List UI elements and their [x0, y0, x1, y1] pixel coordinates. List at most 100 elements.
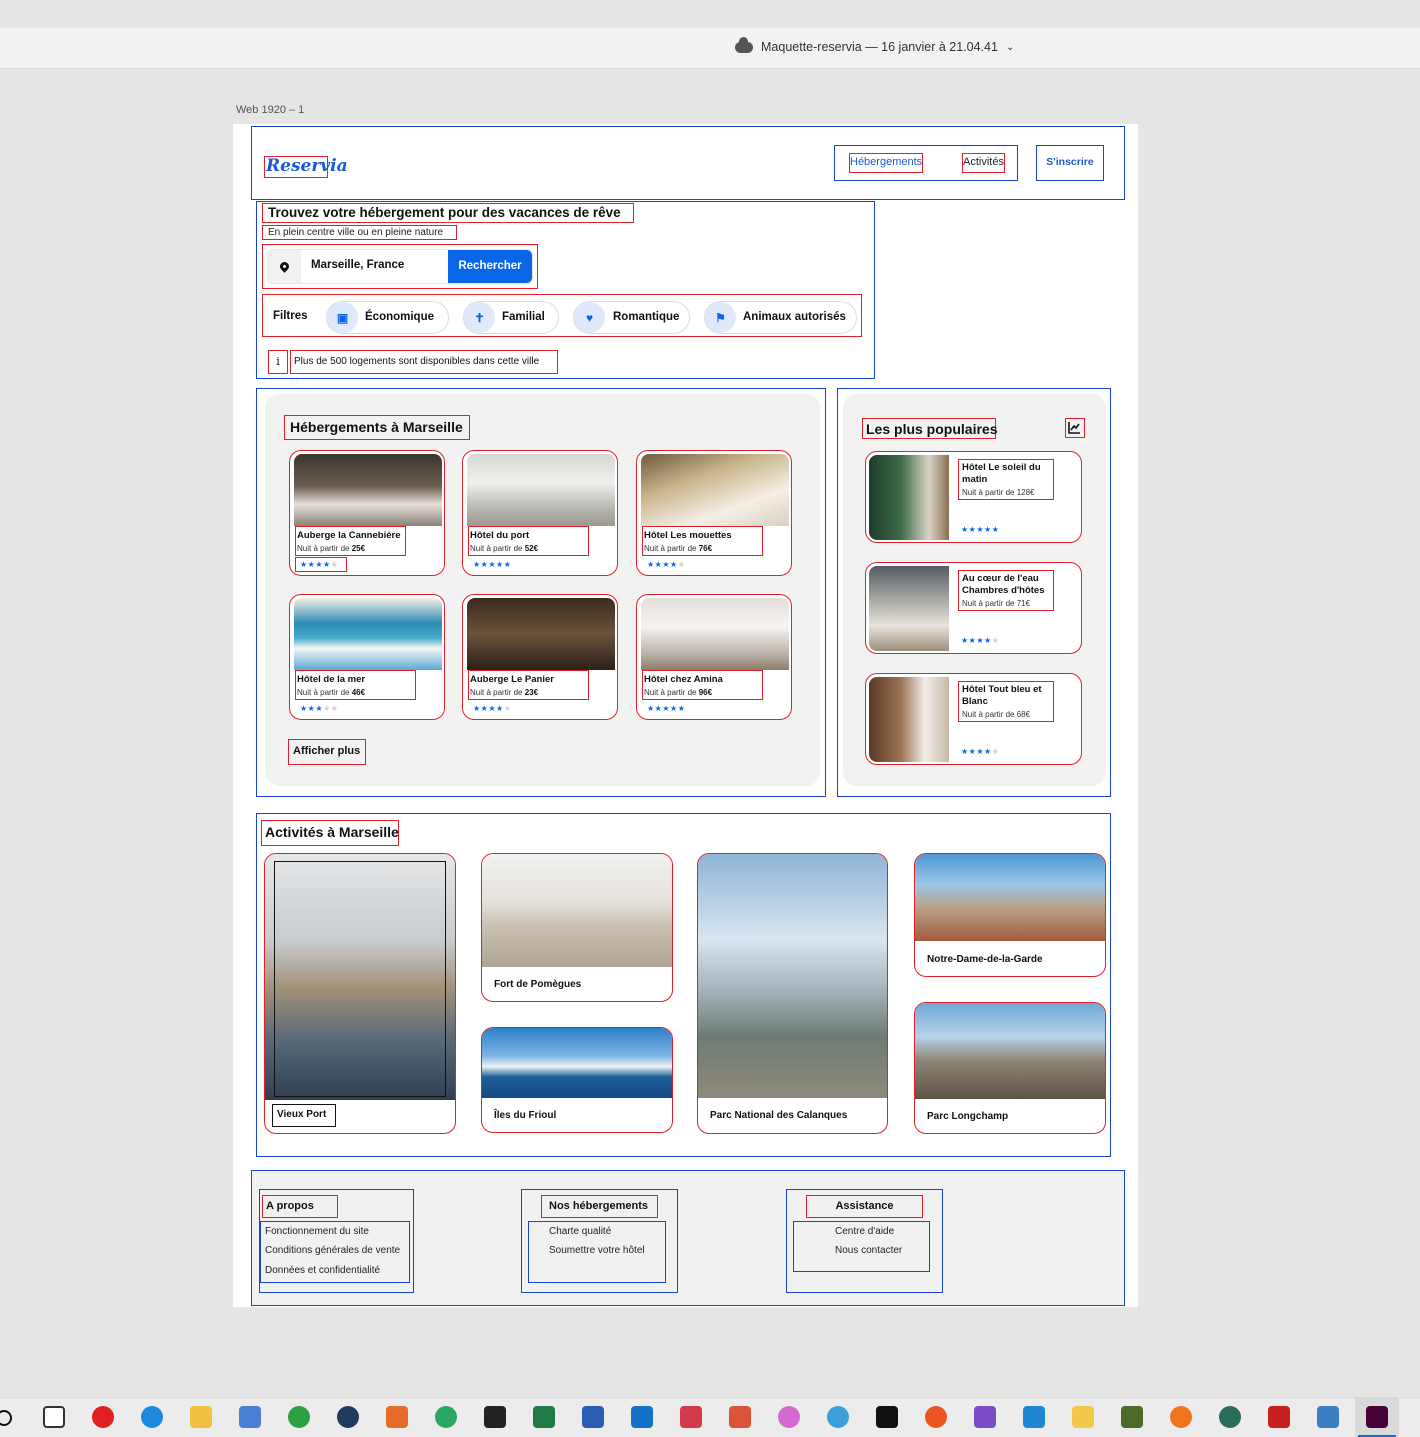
oculus-icon[interactable] [484, 1406, 506, 1428]
image-frame [274, 861, 446, 1097]
logo[interactable]: Reservia [264, 156, 348, 178]
adobe-xd-icon[interactable] [1366, 1406, 1388, 1428]
app-icon[interactable] [1219, 1406, 1241, 1428]
python-icon[interactable] [1072, 1406, 1094, 1428]
acrobat-icon[interactable] [1268, 1406, 1290, 1428]
steam-icon[interactable] [337, 1406, 359, 1428]
word-icon[interactable] [582, 1406, 604, 1428]
search-input[interactable]: Marseille, France [311, 259, 404, 271]
app-icon[interactable] [729, 1406, 751, 1428]
window-titlebar: Maquette-reservia — 16 janvier à 21.04.4… [0, 28, 1420, 69]
hotel-name: Hôtel Tout bleu et Blanc [962, 684, 1042, 707]
document-title-text: Maquette-reservia — 16 janvier à 21.04.4… [761, 40, 998, 54]
info-text: Plus de 500 logements sont disponibles d… [290, 350, 558, 374]
filters-label: Filtres [273, 310, 308, 322]
star-rating: ★★★★★ [473, 704, 512, 713]
family-icon: ✝ [464, 302, 495, 333]
app-icon[interactable] [435, 1406, 457, 1428]
hotel-name: Au cœur de l'eau Chambres d'hôtes [962, 573, 1045, 596]
hotel-name: Hôtel du port [470, 530, 530, 541]
visual-studio-icon[interactable] [974, 1406, 996, 1428]
hotel-photo [869, 566, 949, 651]
hotel-name: Auberge la Cannebière [297, 530, 401, 541]
star-rating: ★★★★★ [961, 636, 1000, 645]
hotel-photo [294, 598, 442, 670]
photos-icon[interactable] [1317, 1406, 1339, 1428]
populaires-title: Les plus populaires [862, 418, 997, 439]
filter-label: Économique [365, 311, 435, 323]
task-view-icon[interactable] [43, 1406, 65, 1428]
footer-link[interactable]: Fonctionnement du site [265, 1226, 369, 1237]
app-icon[interactable] [680, 1406, 702, 1428]
filter-romantique[interactable]: ♥ Romantique [574, 302, 689, 333]
document-title[interactable]: Maquette-reservia — 16 janvier à 21.04.4… [735, 36, 1014, 54]
filter-label: Romantique [613, 311, 680, 323]
dog-icon: ⚑ [705, 302, 736, 333]
show-more-button[interactable]: Afficher plus [288, 739, 366, 765]
hotel-card[interactable]: Hôtel Les mouettes Nuit à partir de 76€ … [636, 450, 792, 576]
hotel-price: Nuit à partir de 68€ [962, 710, 1031, 719]
activites-title: Activités à Marseille [261, 820, 399, 846]
footer-title-apropos: A propos [262, 1195, 338, 1218]
popular-card[interactable]: Hôtel Le soleil du matin Nuit à partir d… [865, 451, 1082, 543]
heart-icon: ♥ [574, 302, 605, 333]
activity-card[interactable]: Fort de Pomègues [481, 853, 673, 1002]
popular-text-frame: Au cœur de l'eau Chambres d'hôtes Nuit à… [958, 570, 1054, 611]
hotel-card[interactable]: Hôtel de la mer Nuit à partir de 46€ ★★★… [289, 594, 445, 720]
hotel-price: Nuit à partir de 76€ [644, 544, 713, 553]
filter-animaux[interactable]: ⚑ Animaux autorisés [705, 302, 856, 333]
footer-link[interactable]: Soumettre votre hôtel [549, 1245, 645, 1256]
footer-link[interactable]: Conditions générales de vente [265, 1245, 400, 1256]
activity-card[interactable]: Parc National des Calanques [697, 853, 888, 1134]
activity-label: Îles du Frioul [494, 1110, 557, 1121]
activity-card[interactable]: Parc Longchamp [914, 1002, 1106, 1134]
signup-button[interactable]: S'inscrire [1036, 145, 1104, 181]
hotel-name: Auberge Le Panier [470, 674, 554, 685]
activity-card[interactable]: Vieux Port [264, 853, 456, 1134]
vscode-icon[interactable] [1023, 1406, 1045, 1428]
chrome-icon[interactable] [288, 1406, 310, 1428]
hotel-photo [641, 454, 789, 526]
footer-link[interactable]: Charte qualité [549, 1226, 611, 1237]
file-explorer-icon[interactable] [190, 1406, 212, 1428]
star-rating: ★★★★★ [300, 560, 339, 569]
activity-label: Vieux Port [272, 1104, 336, 1127]
activity-photo [915, 1003, 1105, 1099]
store-icon[interactable] [239, 1406, 261, 1428]
footer-link[interactable]: Nous contacter [835, 1245, 902, 1256]
footer-link[interactable]: Données et confidentialité [265, 1265, 380, 1276]
hero-subtitle: En plein centre ville ou en pleine natur… [262, 225, 457, 240]
popular-card[interactable]: Au cœur de l'eau Chambres d'hôtes Nuit à… [865, 562, 1082, 654]
filter-label: Animaux autorisés [743, 311, 846, 323]
firefox-icon[interactable] [1170, 1406, 1192, 1428]
chevron-down-icon[interactable]: ⌄ [1006, 42, 1014, 53]
hotel-card[interactable]: Auberge Le Panier Nuit à partir de 23€ ★… [462, 594, 618, 720]
hotel-photo [467, 454, 615, 526]
filter-economique[interactable]: ▣ Économique [327, 302, 448, 333]
app-icon[interactable] [386, 1406, 408, 1428]
hotel-card[interactable]: Auberge la Cannebière Nuit à partir de 2… [289, 450, 445, 576]
youtube-music-icon[interactable] [92, 1406, 114, 1428]
artboard-label[interactable]: Web 1920 – 1 [236, 104, 304, 116]
popular-card[interactable]: Hôtel Tout bleu et Blanc Nuit à partir d… [865, 673, 1082, 765]
search-button[interactable]: Rechercher [448, 250, 532, 283]
hotel-card[interactable]: Hôtel du port Nuit à partir de 52€ ★★★★★ [462, 450, 618, 576]
edge-icon[interactable] [141, 1406, 163, 1428]
app-icon[interactable] [1121, 1406, 1143, 1428]
activity-photo [698, 854, 887, 1098]
app-icon[interactable] [827, 1406, 849, 1428]
nav-activites[interactable]: Activités [962, 153, 1005, 173]
outlook-icon[interactable] [631, 1406, 653, 1428]
epic-games-icon[interactable] [876, 1406, 898, 1428]
search-bar: Marseille, France Rechercher [268, 250, 532, 283]
footer-link[interactable]: Centre d'aide [835, 1226, 894, 1237]
excel-icon[interactable] [533, 1406, 555, 1428]
filter-familial[interactable]: ✝ Familial [464, 302, 558, 333]
ubuntu-icon[interactable] [925, 1406, 947, 1428]
nav-hebergements[interactable]: Hébergements [849, 153, 923, 173]
activity-card[interactable]: Îles du Frioul [481, 1027, 673, 1133]
search-icon[interactable] [0, 1410, 12, 1426]
app-icon[interactable] [778, 1406, 800, 1428]
activity-card[interactable]: Notre-Dame-de-la-Garde [914, 853, 1106, 977]
hotel-card[interactable]: Hôtel chez Amina Nuit à partir de 96€ ★★… [636, 594, 792, 720]
